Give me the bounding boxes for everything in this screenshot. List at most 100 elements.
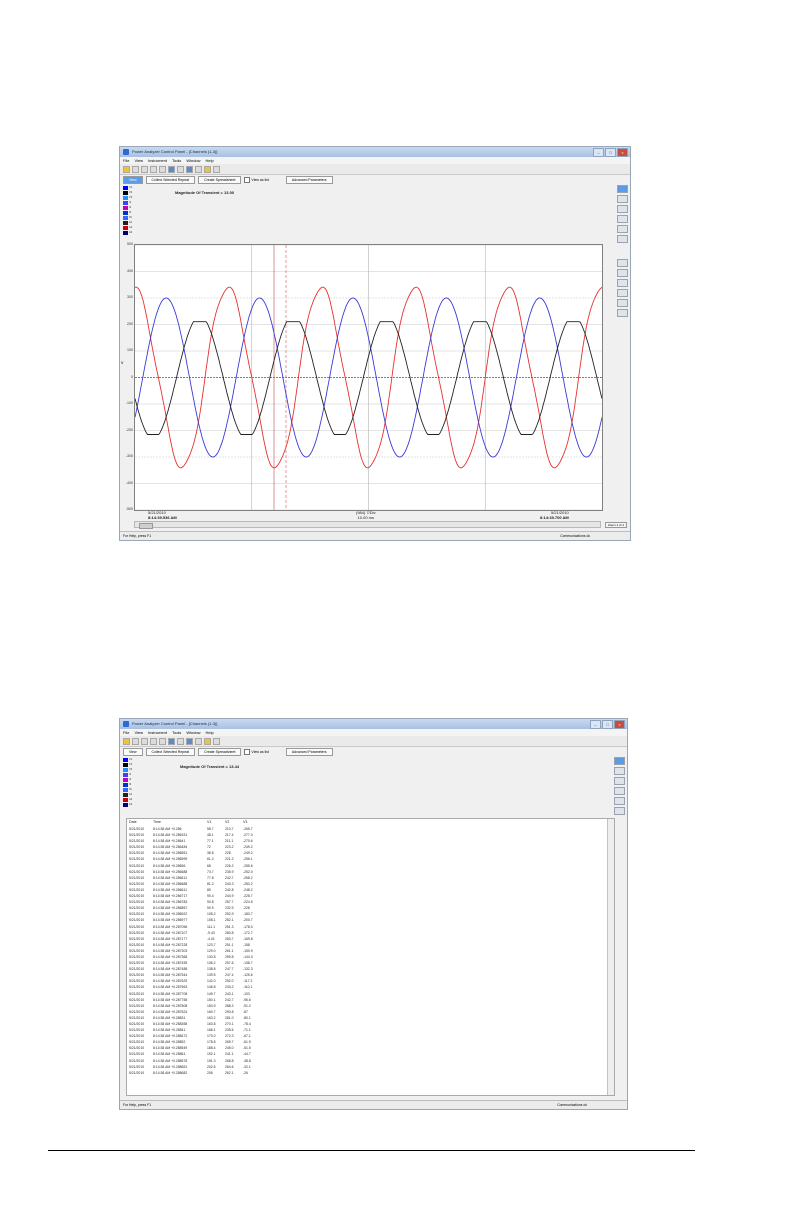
tool-select-2[interactable] bbox=[614, 757, 625, 765]
app-icon-2 bbox=[123, 721, 129, 727]
title-bar: Power Analyzer Control Panel - [Channels… bbox=[120, 147, 630, 157]
context-help-icon[interactable] bbox=[213, 165, 220, 173]
tool-i1-2[interactable] bbox=[614, 797, 625, 805]
help-icon[interactable] bbox=[204, 165, 211, 173]
menu-file-2[interactable]: File bbox=[123, 729, 129, 736]
scroll-thumb[interactable] bbox=[139, 523, 153, 529]
col-time[interactable]: Time bbox=[153, 819, 207, 826]
table-body: 5/21/2010 8:14:38 AM +0.286 58.7 210.7 -265.… bbox=[127, 826, 614, 1076]
table-header: Date Time V1 V2 V3 bbox=[127, 819, 614, 826]
menu-view-2[interactable]: View bbox=[134, 729, 143, 736]
view-as-list-checkbox[interactable]: View as list bbox=[244, 176, 269, 183]
checkbox-box[interactable] bbox=[244, 176, 251, 183]
checkbox-box-2[interactable] bbox=[244, 748, 251, 755]
tool-zoom-f[interactable] bbox=[617, 309, 628, 317]
zoom-in-icon-2[interactable] bbox=[150, 737, 157, 745]
tool-zoom-d[interactable] bbox=[617, 289, 628, 297]
view-button-2[interactable]: View bbox=[123, 747, 143, 756]
legend-swatch bbox=[123, 782, 128, 787]
preview-icon-2[interactable] bbox=[141, 737, 148, 745]
view-button[interactable]: View bbox=[123, 175, 143, 184]
table-icon[interactable] bbox=[186, 165, 193, 173]
menu-file[interactable]: File bbox=[123, 157, 129, 164]
data-table[interactable]: Date Time V1 V2 V3 5/21/2010 8:14:38 AM +… bbox=[126, 818, 615, 1096]
tool-v3-2[interactable] bbox=[614, 787, 625, 795]
chart-icon-2[interactable] bbox=[195, 737, 202, 745]
tool-v1[interactable] bbox=[617, 195, 628, 203]
tool-zoom-b[interactable] bbox=[617, 269, 628, 277]
chart-icon[interactable] bbox=[195, 165, 202, 173]
waveform-icon[interactable] bbox=[177, 165, 184, 173]
zoom-out-icon-2[interactable] bbox=[159, 737, 166, 745]
menu-help-2[interactable]: Help bbox=[206, 729, 214, 736]
preview-icon[interactable] bbox=[141, 165, 148, 173]
tool-v2-2[interactable] bbox=[614, 777, 625, 785]
legend-label: V2 bbox=[129, 191, 133, 194]
connect-icon-2[interactable] bbox=[123, 737, 130, 745]
legend-label: A1 bbox=[129, 793, 133, 796]
legend-item-2[interactable]: A3 bbox=[123, 802, 133, 807]
print-icon-2[interactable] bbox=[132, 737, 139, 745]
cursor-icon[interactable] bbox=[168, 165, 175, 173]
col-date[interactable]: Date bbox=[129, 819, 153, 826]
zoom-in-icon[interactable] bbox=[150, 165, 157, 173]
legend-swatch bbox=[123, 195, 128, 200]
vertical-scrollbar[interactable] bbox=[607, 819, 614, 1095]
tool-i2[interactable] bbox=[617, 235, 628, 243]
menu-tools[interactable]: Tools bbox=[172, 157, 181, 164]
tool-zoom-e[interactable] bbox=[617, 299, 628, 307]
col-v3[interactable]: V3 bbox=[243, 819, 261, 826]
create-spreadsheet-button[interactable]: Create Spreadsheet bbox=[198, 175, 242, 184]
toolbar-2 bbox=[120, 736, 627, 747]
cursor-icon-2[interactable] bbox=[168, 737, 175, 745]
tool-select[interactable] bbox=[617, 185, 628, 193]
view-as-list-checkbox-2[interactable]: View as list bbox=[244, 748, 269, 755]
tool-v2[interactable] bbox=[617, 205, 628, 213]
zoom-out-icon[interactable] bbox=[159, 165, 166, 173]
col-v2[interactable]: V2 bbox=[225, 819, 243, 826]
advanced-parameters-button-2[interactable]: Advanced Parameters bbox=[285, 747, 333, 756]
legend-label: IN bbox=[129, 788, 132, 791]
table-icon-2[interactable] bbox=[186, 737, 193, 745]
close-button-2[interactable]: × bbox=[614, 720, 625, 729]
tool-zoom-a[interactable] bbox=[617, 259, 628, 267]
legend-item[interactable]: A3 bbox=[123, 230, 133, 235]
maximize-button-2[interactable]: □ bbox=[602, 720, 613, 729]
legend-label: V1 bbox=[129, 758, 133, 761]
legend-label: I1 bbox=[129, 201, 132, 204]
minimize-button[interactable]: – bbox=[593, 148, 604, 157]
minimize-button-2[interactable]: – bbox=[590, 720, 601, 729]
menu-window[interactable]: Window bbox=[186, 157, 200, 164]
create-spreadsheet-button-2[interactable]: Create Spreadsheet bbox=[198, 747, 242, 756]
tool-v3[interactable] bbox=[617, 215, 628, 223]
context-help-icon-2[interactable] bbox=[213, 737, 220, 745]
cell-date: 5/21/2010 bbox=[129, 1070, 145, 1075]
legend-swatch bbox=[123, 205, 128, 210]
menu-tools-2[interactable]: Tools bbox=[172, 729, 181, 736]
collect-selected-button-2[interactable]: Collect Selected Repeat bbox=[145, 747, 196, 756]
tool-v1-2[interactable] bbox=[614, 767, 625, 775]
advanced-parameters-button[interactable]: Advanced Parameters bbox=[285, 175, 333, 184]
maximize-button[interactable]: □ bbox=[605, 148, 616, 157]
table-row[interactable]: 5/21/2010 8:14:38 AM +0.288682 206 262.1 -26 bbox=[127, 1070, 614, 1076]
menu-help[interactable]: Help bbox=[206, 157, 214, 164]
horizontal-scrollbar[interactable] bbox=[134, 521, 601, 529]
menu-instrument-2[interactable]: Instrument bbox=[148, 729, 167, 736]
waveform-icon-2[interactable] bbox=[177, 737, 184, 745]
connect-icon[interactable] bbox=[123, 165, 130, 173]
help-icon-2[interactable] bbox=[204, 737, 211, 745]
toolbar bbox=[120, 164, 630, 175]
tool-i2-2[interactable] bbox=[614, 807, 625, 815]
tool-zoom-c[interactable] bbox=[617, 279, 628, 287]
tool-i1[interactable] bbox=[617, 225, 628, 233]
action-row-2: View Collect Selected Repeat Create Spre… bbox=[120, 747, 627, 756]
print-icon[interactable] bbox=[132, 165, 139, 173]
window-title-2: Power Analyzer Control Panel - [Channels… bbox=[132, 721, 218, 726]
waveform-plot[interactable] bbox=[134, 244, 603, 511]
collect-selected-button[interactable]: Collect Selected Repeat bbox=[145, 175, 196, 184]
menu-instrument[interactable]: Instrument bbox=[148, 157, 167, 164]
menu-window-2[interactable]: Window bbox=[186, 729, 200, 736]
col-v1[interactable]: V1 bbox=[207, 819, 225, 826]
menu-view[interactable]: View bbox=[134, 157, 143, 164]
close-button[interactable]: × bbox=[617, 148, 628, 157]
